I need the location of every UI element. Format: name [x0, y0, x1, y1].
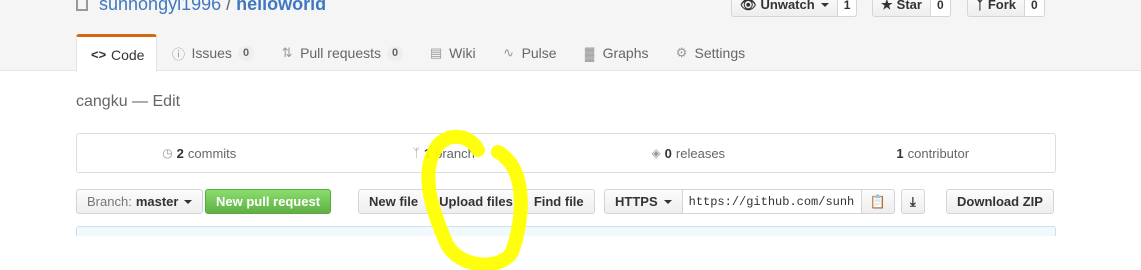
- branches-link[interactable]: ᛉ 1 branch: [322, 134, 567, 172]
- tab-issues[interactable]: ⓘ Issues 0: [157, 34, 266, 72]
- open-desktop-button[interactable]: ⤓: [901, 189, 925, 214]
- contributors-link[interactable]: 1 contributor: [811, 134, 1056, 172]
- commits-count: 2: [176, 145, 184, 161]
- pulse-icon: ∿: [503, 45, 515, 60]
- protocol-select-button[interactable]: HTTPS: [604, 189, 683, 214]
- clone-url-group: HTTPS 📋: [604, 189, 895, 214]
- desktop-clone-wrap: ⤓: [901, 189, 925, 214]
- fork-label: Fork: [987, 0, 1016, 12]
- tab-pull-requests[interactable]: ⇅ Pull requests 0: [266, 34, 415, 72]
- commits-link[interactable]: ◷ 2 commits: [77, 134, 322, 172]
- repo-nav-tabs: <> Code ⓘ Issues 0 ⇅ Pull requests 0 ▤ W…: [76, 34, 757, 72]
- pull-requests-counter: 0: [387, 45, 404, 61]
- commits-label: commits: [187, 145, 237, 161]
- star-group: ★ Star 0: [872, 0, 951, 17]
- commit-tease-panel: [76, 226, 1056, 236]
- tab-label: Settings: [694, 45, 746, 61]
- branch-name: master: [135, 194, 179, 209]
- fork-count[interactable]: 0: [1024, 0, 1045, 17]
- repo-owner-link[interactable]: sunhongyi1996: [99, 0, 221, 14]
- repo-header: sunhongyi1996 / helloworld 👁 Unwatch 1 ★…: [0, 0, 1141, 72]
- branches-label: branch: [435, 145, 475, 161]
- tab-pulse[interactable]: ∿ Pulse: [488, 34, 569, 72]
- watch-count[interactable]: 1: [837, 0, 858, 17]
- file-actions-group: New file Upload files Find file: [358, 189, 595, 214]
- unwatch-label: Unwatch: [760, 0, 815, 12]
- branches-count: 1: [423, 145, 432, 161]
- star-count[interactable]: 0: [930, 0, 951, 17]
- tab-label: Graphs: [602, 45, 649, 61]
- contributors-count: 1: [896, 145, 904, 161]
- desktop-download-icon: ⤓: [910, 193, 916, 209]
- copy-clipboard-button[interactable]: 📋: [860, 189, 895, 214]
- fork-icon: ᛉ: [976, 0, 984, 12]
- branch-select: Branch: master: [76, 189, 204, 214]
- new-pr-wrap: New pull request: [205, 189, 332, 214]
- repo-title-separator: /: [226, 0, 232, 14]
- star-icon: ★: [881, 0, 893, 12]
- contributors-label: contributor: [907, 145, 970, 161]
- releases-link[interactable]: ◈ 0 releases: [566, 134, 811, 172]
- chevron-down-icon: [820, 2, 829, 7]
- chevron-down-icon: [184, 199, 193, 204]
- clipboard-icon: 📋: [869, 193, 886, 209]
- gear-icon: ⚙: [675, 45, 688, 60]
- releases-count: 0: [664, 145, 672, 161]
- releases-label: releases: [675, 145, 726, 161]
- eye-icon: 👁: [740, 0, 757, 12]
- star-label: Star: [896, 0, 922, 12]
- history-icon: ◷: [162, 146, 173, 160]
- numbers-summary: ◷ 2 commits ᛉ 1 branch ◈ 0 releases 1 co…: [76, 133, 1056, 173]
- issues-counter: 0: [237, 45, 255, 61]
- tab-label: Pulse: [521, 45, 557, 61]
- download-zip-button[interactable]: Download ZIP: [946, 189, 1054, 214]
- tab-settings[interactable]: ⚙ Settings: [661, 34, 758, 72]
- repo-description: cangku — Edit: [76, 93, 180, 111]
- tab-label: Wiki: [449, 45, 476, 61]
- branch-prefix: Branch:: [87, 194, 132, 209]
- pull-request-icon: ⇅: [281, 45, 293, 60]
- tab-wiki[interactable]: ▤ Wiki: [415, 34, 487, 72]
- tab-label: Issues: [191, 45, 232, 61]
- tab-label: Pull requests: [300, 45, 381, 61]
- download-zip-wrap: Download ZIP: [946, 189, 1054, 214]
- repo-icon: [76, 0, 88, 11]
- graph-icon: ▓: [584, 45, 595, 61]
- branch-icon: ᛉ: [412, 146, 420, 160]
- protocol-label: HTTPS: [615, 194, 658, 209]
- repo-title: sunhongyi1996 / helloworld: [76, 0, 326, 15]
- new-pull-request-button[interactable]: New pull request: [205, 189, 332, 214]
- fork-button[interactable]: ᛉ Fork: [967, 0, 1025, 17]
- description-text: cangku: [76, 93, 128, 110]
- tab-label: Code: [111, 46, 145, 63]
- clone-url-input[interactable]: [681, 189, 862, 214]
- issue-icon: ⓘ: [171, 46, 185, 62]
- tab-graphs[interactable]: ▓ Graphs: [569, 34, 661, 72]
- star-button[interactable]: ★ Star: [872, 0, 931, 17]
- find-file-button[interactable]: Find file: [522, 189, 595, 214]
- tag-icon: ◈: [651, 146, 661, 160]
- code-icon: <>: [91, 47, 107, 62]
- chevron-down-icon: [663, 199, 672, 204]
- new-file-button[interactable]: New file: [358, 189, 430, 214]
- description-edit-link[interactable]: — Edit: [132, 93, 180, 110]
- branch-select-button[interactable]: Branch: master: [76, 189, 204, 214]
- repo-name-link[interactable]: helloworld: [236, 0, 326, 14]
- fork-group: ᛉ Fork 0: [967, 0, 1045, 17]
- book-icon: ▤: [429, 45, 443, 60]
- tab-code[interactable]: <> Code: [76, 34, 158, 72]
- watch-group: 👁 Unwatch 1: [731, 0, 858, 17]
- unwatch-button[interactable]: 👁 Unwatch: [731, 0, 838, 17]
- upload-files-button[interactable]: Upload files: [428, 189, 524, 214]
